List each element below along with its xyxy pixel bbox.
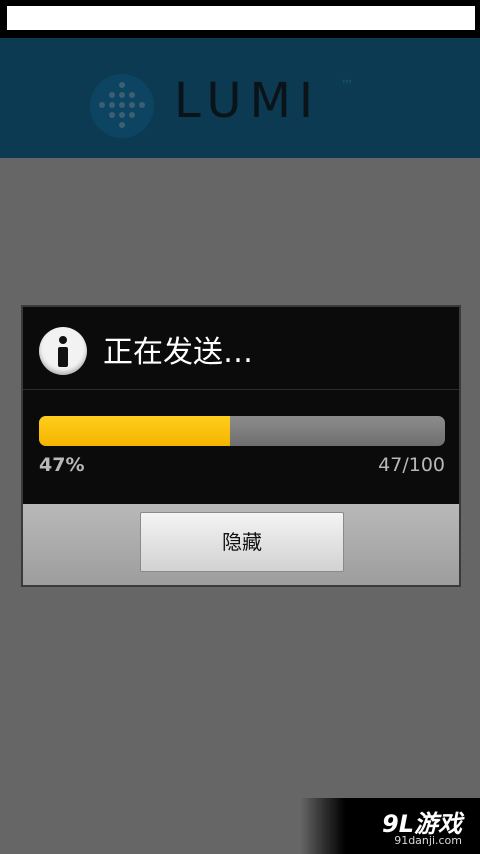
dialog-header: 正在发送… xyxy=(23,307,459,389)
sending-dialog: 正在发送… 47% 47/100 隐藏 xyxy=(21,305,461,587)
progress-percent: 47% xyxy=(39,454,85,476)
lumi-logo-icon xyxy=(90,74,154,138)
watermark: 9L游戏 91danji.com xyxy=(300,798,480,854)
status-bar xyxy=(0,0,480,38)
dialog-divider xyxy=(23,389,459,390)
app-header: LUMI ™ xyxy=(0,38,480,158)
progress-fill xyxy=(39,416,230,446)
info-icon xyxy=(39,327,87,375)
dialog-title: 正在发送… xyxy=(103,335,253,370)
notification-strip xyxy=(7,6,475,30)
progress-count: 47/100 xyxy=(378,454,445,476)
progress-bar xyxy=(39,416,445,446)
hide-button[interactable]: 隐藏 xyxy=(140,512,344,572)
dialog-button-bar: 隐藏 xyxy=(23,504,459,585)
watermark-url: 91danji.com xyxy=(394,834,462,847)
logo-trademark: ™ xyxy=(340,78,354,94)
logo-text: LUMI xyxy=(174,73,322,129)
